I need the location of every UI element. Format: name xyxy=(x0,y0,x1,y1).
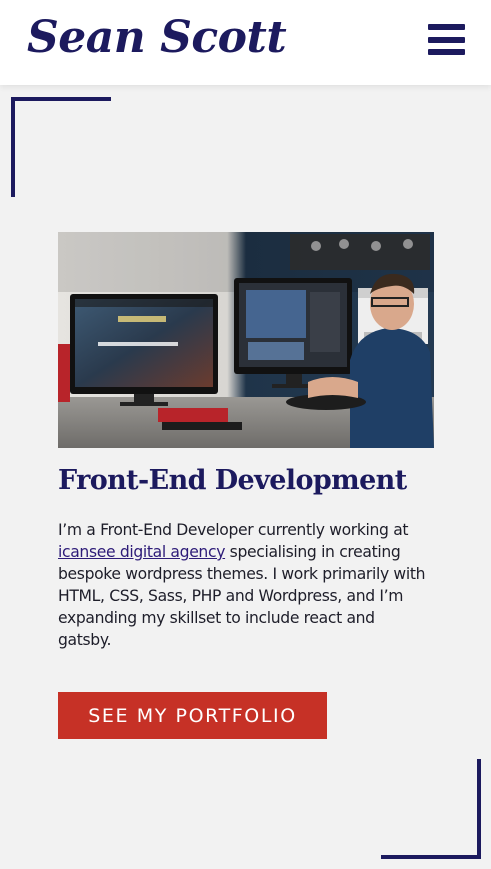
menu-bar xyxy=(428,24,465,30)
menu-bar xyxy=(428,36,465,43)
intro-paragraph: I’m a Front-End Developer currently work… xyxy=(58,519,428,651)
decorative-corner-bracket-bottom-right xyxy=(381,759,481,859)
hamburger-menu-icon[interactable] xyxy=(428,24,465,55)
site-header: Sean Scott xyxy=(0,0,491,85)
decorative-corner-bracket-top-left xyxy=(11,97,111,197)
see-portfolio-button[interactable]: SEE MY PORTFOLIO xyxy=(58,692,327,739)
menu-bar xyxy=(428,49,465,55)
agency-link[interactable]: icansee digital agency xyxy=(58,543,225,561)
intro-text-before-link: I’m a Front-End Developer currently work… xyxy=(58,521,409,539)
site-logo[interactable]: Sean Scott xyxy=(27,12,287,63)
hero-photo xyxy=(58,232,434,448)
section-heading: Front-End Development xyxy=(58,465,407,496)
